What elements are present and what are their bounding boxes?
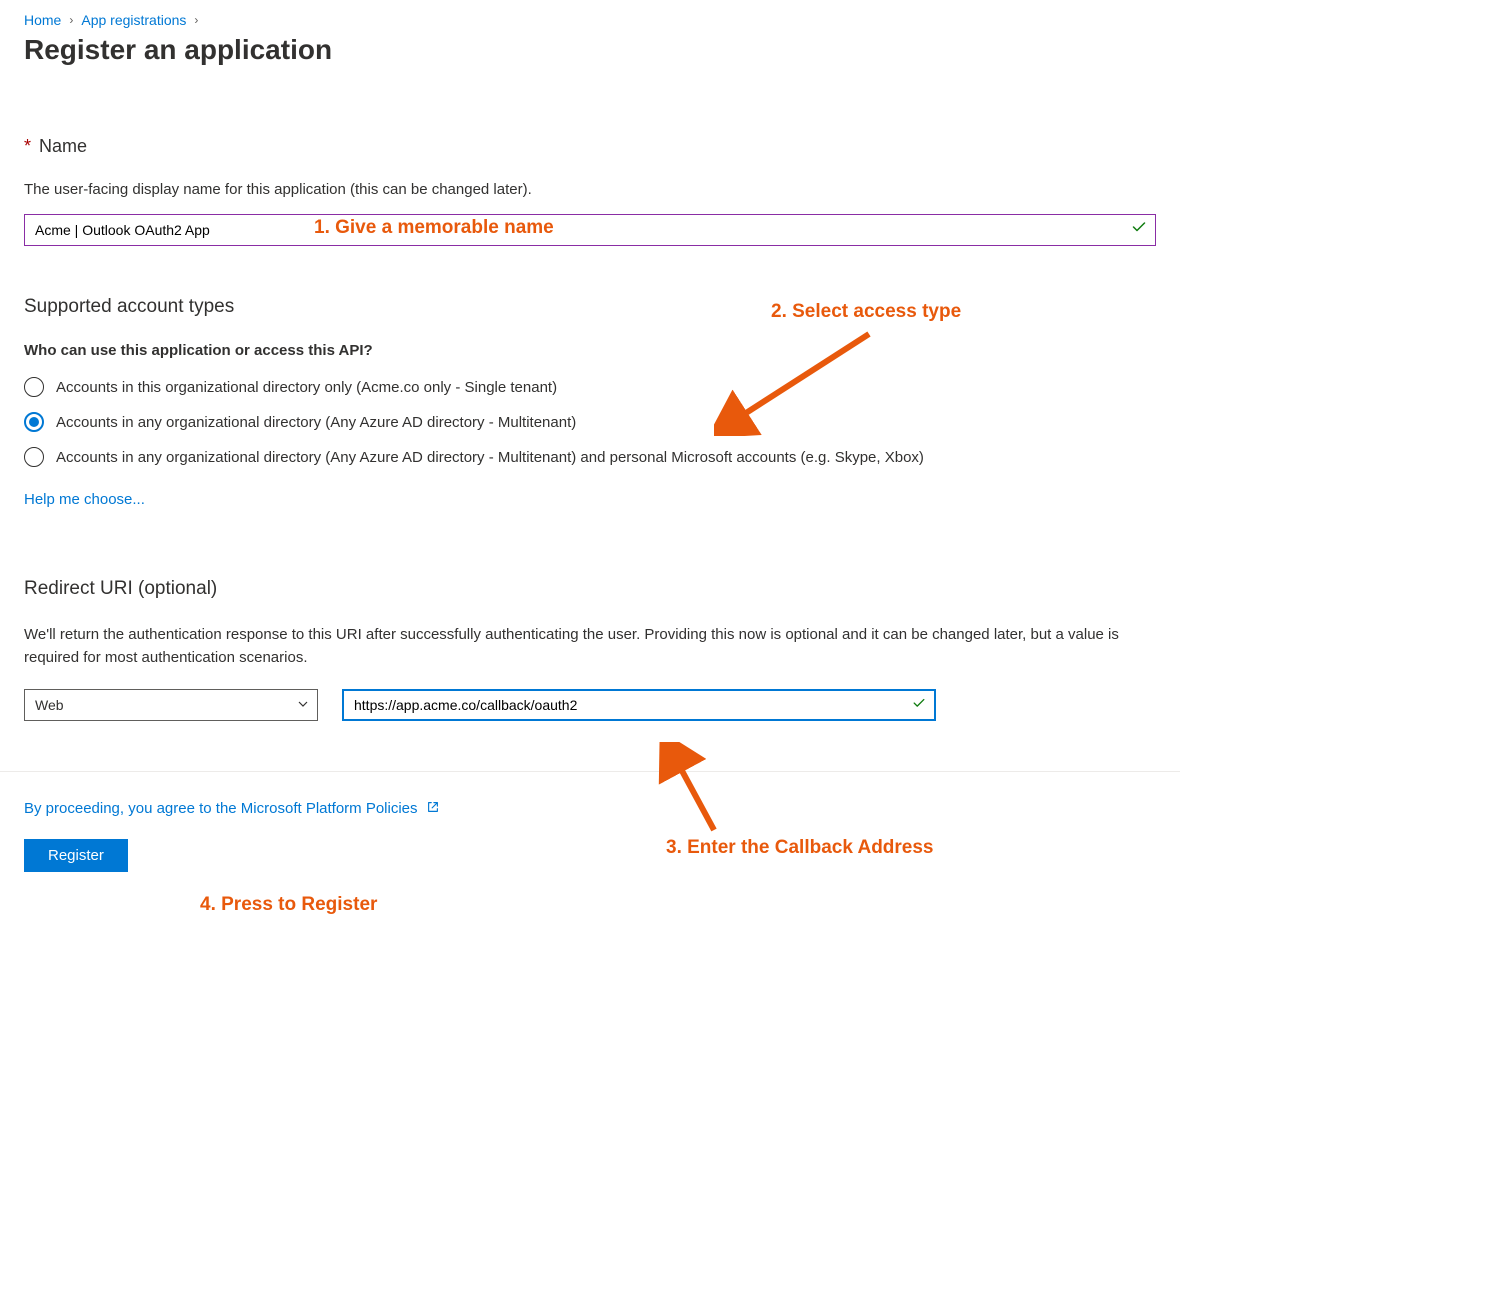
redirect-uri-input-wrap [342,689,936,721]
radio-label: Accounts in any organizational directory… [56,449,924,466]
account-type-radio-option[interactable]: Accounts in any organizational directory… [24,412,1156,432]
policy-row: By proceeding, you agree to the Microsof… [24,800,1156,817]
account-types-title: Supported account types [24,296,1156,318]
redirect-uri-input[interactable] [354,697,904,713]
radio-button-icon[interactable] [24,377,44,397]
account-type-radio-option[interactable]: Accounts in this organizational director… [24,377,1156,397]
breadcrumb: Home › App registrations › [24,12,1156,28]
name-label: * Name [24,136,1156,157]
platform-select[interactable]: Web [24,689,318,721]
name-input-wrap [24,214,1156,246]
page-title: Register an application [24,34,1156,66]
redirect-uri-block: Redirect URI (optional) We'll return the… [24,578,1156,721]
required-asterisk-icon: * [24,136,31,157]
breadcrumb-app-registrations[interactable]: App registrations [81,12,186,28]
name-field-block: * Name The user-facing display name for … [24,136,1156,246]
radio-button-icon[interactable] [24,447,44,467]
radio-label: Accounts in this organizational director… [56,379,557,396]
chevron-down-icon [297,697,309,713]
breadcrumb-home[interactable]: Home [24,12,61,28]
annotation-4: 4. Press to Register [200,894,377,916]
radio-dot-icon [29,417,39,427]
register-button[interactable]: Register [24,839,128,872]
account-types-question: Who can use this application or access t… [24,342,1156,359]
name-label-text: Name [39,136,87,157]
name-input[interactable] [35,222,1123,238]
arrow-icon [654,742,734,842]
redirect-uri-description: We'll return the authentication response… [24,624,1154,669]
annotation-3: 3. Enter the Callback Address [666,837,934,859]
chevron-right-icon: › [194,13,198,27]
divider [0,771,1180,772]
checkmark-icon [912,697,926,714]
help-me-choose-link[interactable]: Help me choose... [24,491,145,508]
account-type-radio-option[interactable]: Accounts in any organizational directory… [24,447,1156,467]
radio-label: Accounts in any organizational directory… [56,414,576,431]
platform-select-value: Web [35,697,64,713]
checkmark-icon [1131,220,1147,241]
redirect-uri-title: Redirect URI (optional) [24,578,1156,600]
radio-button-icon[interactable] [24,412,44,432]
account-types-radio-group: Accounts in this organizational director… [24,377,1156,467]
external-link-icon [426,800,440,817]
name-description: The user-facing display name for this ap… [24,181,1156,198]
platform-policies-link[interactable]: By proceeding, you agree to the Microsof… [24,800,418,817]
chevron-right-icon: › [69,13,73,27]
account-types-block: Supported account types Who can use this… [24,296,1156,508]
